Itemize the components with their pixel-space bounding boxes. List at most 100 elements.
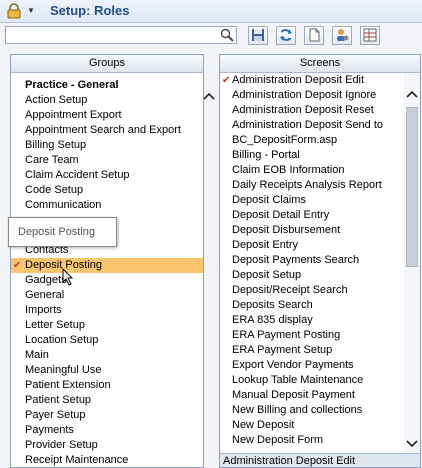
screen-item-new-deposit[interactable]: New Deposit	[220, 418, 403, 433]
screen-item-label: New Deposit	[232, 419, 295, 431]
screens-status: Administration Deposit Edit	[220, 453, 420, 467]
screen-item-label: Deposits Search	[232, 299, 313, 311]
group-item-provider-setup[interactable]: Provider Setup	[11, 438, 203, 453]
screen-item-deposit-payments-search[interactable]: Deposit Payments Search	[220, 253, 403, 268]
window-title: Setup: Roles	[50, 3, 130, 18]
screen-item-label: Billing - Portal	[232, 149, 300, 161]
new-document-button[interactable]	[304, 26, 324, 45]
toolbar	[0, 23, 422, 49]
group-item-payments[interactable]: Payments	[11, 423, 203, 438]
scroll-up-icon[interactable]	[406, 89, 418, 99]
screen-item-label: Deposit Setup	[232, 269, 302, 281]
search-input[interactable]	[9, 28, 223, 44]
screen-item-label: Claim EOB Information	[232, 164, 345, 176]
screen-item-new-billing-and-collections[interactable]: New Billing and collections	[220, 403, 403, 418]
screen-item-label: Manual Deposit Payment	[232, 389, 355, 401]
screen-item-administration-deposit-edit[interactable]: ✔ Administration Deposit Edit	[220, 73, 403, 88]
screen-item-manual-deposit-payment[interactable]: Manual Deposit Payment	[220, 388, 403, 403]
group-item-claim-accident-setup[interactable]: Claim Accident Setup	[11, 168, 203, 183]
screen-item-administration-deposit-reset[interactable]: Administration Deposit Reset	[220, 103, 403, 118]
screen-item-era-payment-posting[interactable]: ERA Payment Posting	[220, 328, 403, 343]
screen-item-daily-receipts-analysis-report[interactable]: Daily Receipts Analysis Report	[220, 178, 403, 193]
group-item-care-team[interactable]: Care Team	[11, 153, 203, 168]
group-item-payer-setup[interactable]: Payer Setup	[11, 408, 203, 423]
group-item-main[interactable]: Main	[11, 348, 203, 363]
screen-item-era-payment-setup[interactable]: ERA Payment Setup	[220, 343, 403, 358]
screen-item-label: New Deposit Form	[232, 434, 324, 446]
scroll-up-icon[interactable]	[203, 91, 215, 101]
screen-item-claim-eob-information[interactable]: Claim EOB Information	[220, 163, 403, 178]
screen-item-label: Deposit Disbursement	[232, 224, 341, 236]
group-item-general[interactable]: General	[11, 288, 203, 303]
groups-panel: Groups Practice - General Action Setup Ap…	[10, 54, 215, 468]
refresh-icon	[280, 29, 292, 41]
screen-item-label: Deposit Detail Entry	[232, 209, 330, 221]
group-item-location-setup[interactable]: Location Setup	[11, 333, 203, 348]
screen-item-label: New Billing and collections	[232, 404, 363, 416]
scroll-down-icon[interactable]	[406, 439, 418, 449]
checkmark-icon: ✔	[222, 75, 231, 86]
tooltip: Deposit Posting	[8, 217, 117, 247]
screen-item-label: Export Vendor Payments	[232, 359, 354, 371]
screen-item-new-deposit-form[interactable]: New Deposit Form	[220, 433, 403, 448]
group-item-receipt-maintenance[interactable]: Receipt Maintenance	[11, 453, 203, 467]
refresh-button[interactable]	[276, 26, 296, 45]
group-item-deposit-posting[interactable]: ✔ Deposit Posting	[11, 258, 203, 273]
checkmark-icon: ✔	[13, 260, 22, 271]
group-item-communication[interactable]: Communication	[11, 198, 203, 213]
screen-item-export-vendor-payments[interactable]: Export Vendor Payments	[220, 358, 403, 373]
screen-item-label: Administration Deposit Reset	[232, 104, 374, 116]
group-item-appointment-export[interactable]: Appointment Export	[11, 108, 203, 123]
screen-item-label: Administration Deposit Edit	[232, 74, 365, 86]
screen-item-label: Deposit Claims	[232, 194, 306, 206]
user-settings-button[interactable]	[332, 26, 352, 45]
screen-item-lookup-table-maintenance[interactable]: Lookup Table Maintenance	[220, 373, 403, 388]
group-item-patient-setup[interactable]: Patient Setup	[11, 393, 203, 408]
screen-item-administration-deposit-ignore[interactable]: Administration Deposit Ignore	[220, 88, 403, 103]
screen-item-deposit-detail-entry[interactable]: Deposit Detail Entry	[220, 208, 403, 223]
chevron-down-icon[interactable]: ▼	[27, 6, 35, 15]
search-box	[5, 26, 237, 44]
lock-icon[interactable]	[6, 3, 22, 19]
screen-item-deposit-entry[interactable]: Deposit Entry	[220, 238, 403, 253]
screen-item-deposit-receipt-search[interactable]: Deposit/Receipt Search	[220, 283, 403, 298]
search-icon[interactable]	[220, 28, 234, 42]
group-item-letter-setup[interactable]: Letter Setup	[11, 318, 203, 333]
screen-item-label: ERA 835 display	[232, 314, 313, 326]
screen-item-label: Administration Deposit Ignore	[232, 89, 377, 101]
groups-list: Practice - General Action Setup Appointme…	[11, 73, 203, 467]
group-item-imports[interactable]: Imports	[11, 303, 203, 318]
screen-item-deposits-search[interactable]: Deposits Search	[220, 298, 403, 313]
screen-item-bc-depositform-asp[interactable]: BC_DepositForm.asp	[220, 133, 403, 148]
title-bar: ▼ Setup: Roles	[0, 0, 422, 23]
group-item-billing-setup[interactable]: Billing Setup	[11, 138, 203, 153]
save-button[interactable]	[248, 26, 268, 45]
screen-item-deposit-disbursement[interactable]: Deposit Disbursement	[220, 223, 403, 238]
screens-scrollbar[interactable]	[404, 73, 420, 453]
screen-item-label: Deposit Entry	[232, 239, 299, 251]
group-item-action-setup[interactable]: Action Setup	[11, 93, 203, 108]
columns-button[interactable]	[360, 26, 380, 45]
screen-item-label: Administration Deposit Send to	[232, 119, 384, 131]
groups-heading: Practice - General	[25, 79, 119, 91]
screen-item-era-835-display[interactable]: ERA 835 display	[220, 313, 403, 328]
save-icon	[252, 29, 264, 41]
screen-item-label: Daily Receipts Analysis Report	[232, 179, 382, 191]
group-item-gadgets[interactable]: Gadgets	[11, 273, 203, 288]
screen-item-label: Lookup Table Maintenance	[232, 374, 364, 386]
screen-item-label: Deposit Payments Search	[232, 254, 360, 266]
screen-item-administration-deposit-send-to[interactable]: Administration Deposit Send to	[220, 118, 403, 133]
group-item-appointment-search-and-export[interactable]: Appointment Search and Export	[11, 123, 203, 138]
screen-item-billing-portal[interactable]: Billing - Portal	[220, 148, 403, 163]
scrollbar-thumb[interactable]	[406, 107, 418, 267]
screens-header: Screens	[220, 55, 420, 73]
screen-item-label: ERA Payment Setup	[232, 344, 333, 356]
screen-item-label: BC_DepositForm.asp	[232, 134, 338, 146]
group-item-code-setup[interactable]: Code Setup	[11, 183, 203, 198]
document-icon	[309, 28, 320, 42]
screen-item-deposit-setup[interactable]: Deposit Setup	[220, 268, 403, 283]
screen-item-deposit-claims[interactable]: Deposit Claims	[220, 193, 403, 208]
group-item-meaningful-use[interactable]: Meaningful Use	[11, 363, 203, 378]
screen-item-label: Deposit/Receipt Search	[232, 284, 348, 296]
group-item-patient-extension[interactable]: Patient Extension	[11, 378, 203, 393]
